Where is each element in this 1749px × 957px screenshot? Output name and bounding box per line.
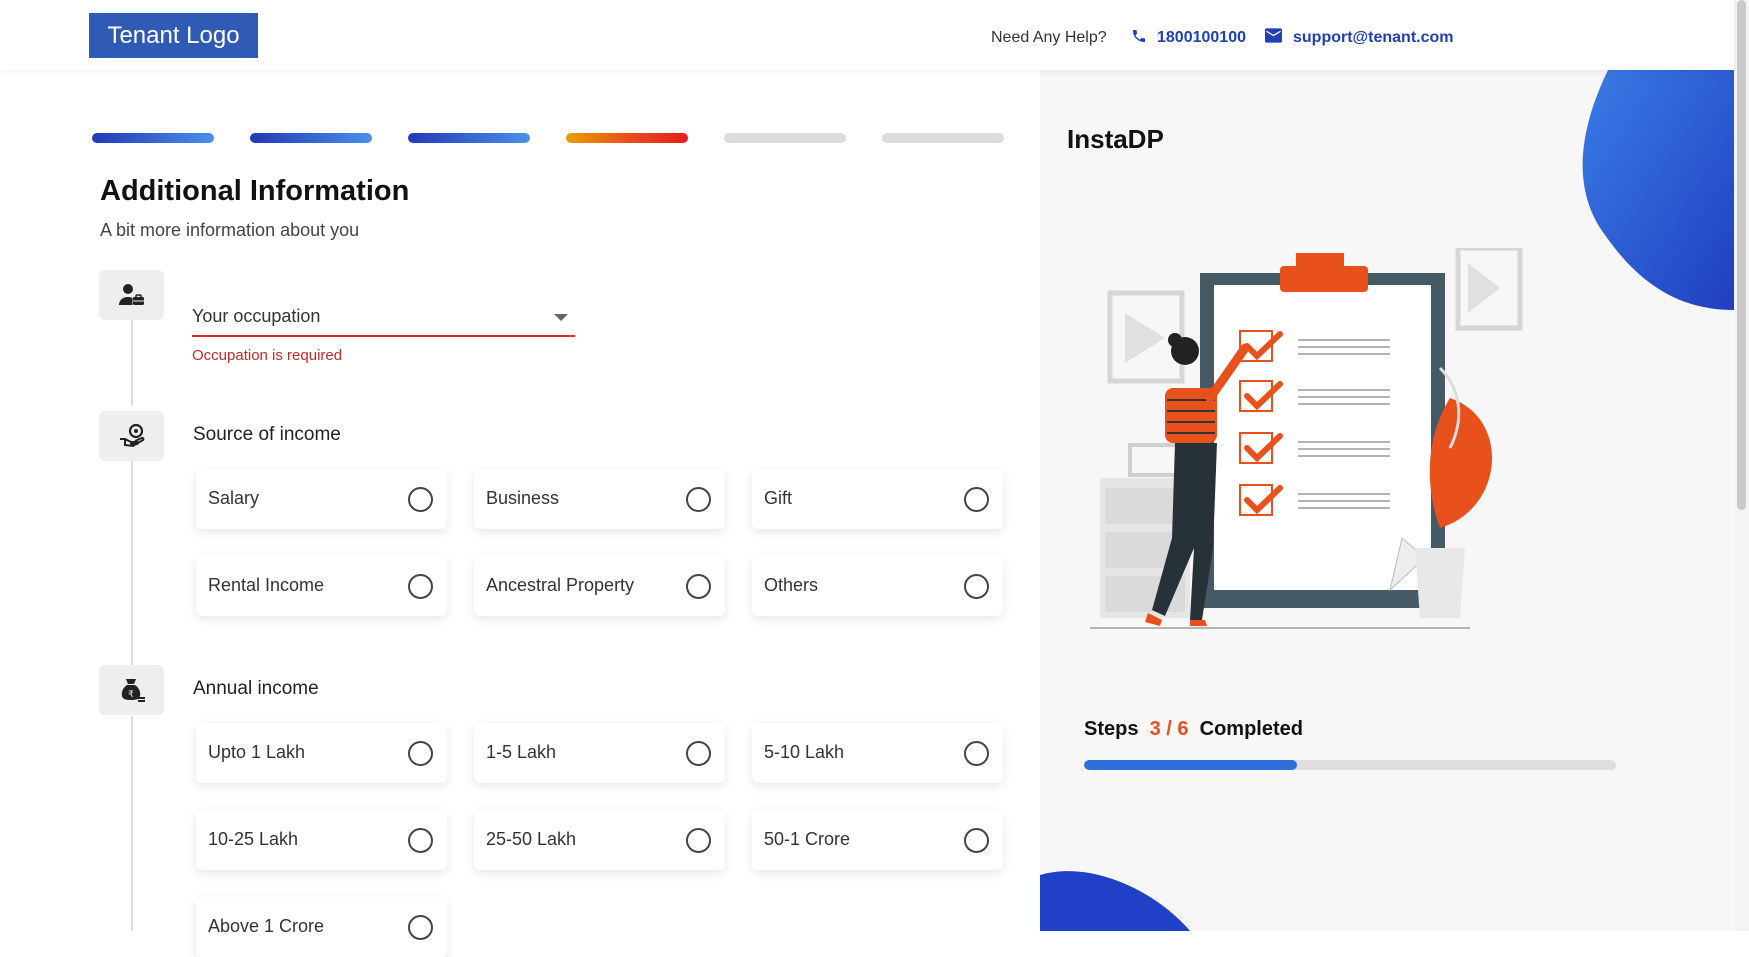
page-subtitle: A bit more information about you xyxy=(100,220,360,240)
page-title: Additional Information xyxy=(100,175,410,207)
occupation-section-icon xyxy=(99,270,164,320)
radio-button[interactable] xyxy=(964,487,989,512)
progress-bar xyxy=(1084,760,1616,770)
checklist-illustration xyxy=(1090,248,1523,629)
phone-icon xyxy=(1133,30,1145,42)
step-bar xyxy=(408,133,530,143)
option-label: 1-5 Lakh xyxy=(486,742,557,762)
option-label: Upto 1 Lakh xyxy=(208,742,306,762)
radio-button[interactable] xyxy=(408,487,433,512)
radio-button[interactable] xyxy=(964,828,989,853)
steps-label: Steps xyxy=(1084,718,1139,740)
scrollbar-thumb[interactable] xyxy=(1737,0,1746,510)
timeline-line xyxy=(131,716,133,931)
radio-button[interactable] xyxy=(964,574,989,599)
progress-side-panel: InstaDP Steps 3 / 6 Completed xyxy=(1040,70,1734,931)
user-briefcase-icon xyxy=(118,284,144,305)
completed-label: Completed xyxy=(1199,718,1303,740)
annual-income-option[interactable]: 5-10 Lakh xyxy=(752,723,1003,783)
option-label: Ancestral Property xyxy=(486,575,635,595)
annual-income-section-icon: ₹ xyxy=(99,665,164,715)
annual-income-option[interactable]: 50-1 Crore xyxy=(752,810,1003,870)
source-of-income-label: Source of income xyxy=(193,424,341,445)
occupation-underline xyxy=(192,335,575,337)
option-label: 25-50 Lakh xyxy=(486,829,577,849)
income-source-section-icon xyxy=(99,411,164,461)
chevron-down-icon[interactable] xyxy=(554,314,568,321)
annual-income-label: Annual income xyxy=(193,678,319,699)
tenant-logo[interactable]: Tenant Logo xyxy=(89,13,258,58)
steps-summary: Steps 3 / 6 Completed xyxy=(1084,718,1303,741)
top-header: Tenant Logo Need Any Help? 1800100100 su… xyxy=(0,0,1734,70)
occupation-error: Occupation is required xyxy=(192,347,343,364)
income-source-option[interactable]: Ancestral Property xyxy=(474,556,725,616)
step-bar xyxy=(92,133,214,143)
step-bar xyxy=(250,133,372,143)
option-label: 10-25 Lakh xyxy=(208,829,299,849)
timeline-line xyxy=(131,320,133,405)
income-source-option[interactable]: Business xyxy=(474,469,725,529)
email-link[interactable]: support@tenant.com xyxy=(1293,29,1454,47)
step-bar xyxy=(724,133,846,143)
radio-button[interactable] xyxy=(686,487,711,512)
radio-button[interactable] xyxy=(408,741,433,766)
option-label: Others xyxy=(764,575,819,595)
app-title: InstaDP xyxy=(1067,124,1164,154)
svg-text:₹: ₹ xyxy=(128,690,134,700)
option-label: Salary xyxy=(208,488,260,508)
radio-button[interactable] xyxy=(964,741,989,766)
income-source-option[interactable]: Others xyxy=(752,556,1003,616)
option-label: Above 1 Crore xyxy=(208,916,325,936)
radio-button[interactable] xyxy=(686,574,711,599)
occupation-select[interactable]: Your occupation xyxy=(192,306,320,327)
radio-button[interactable] xyxy=(686,828,711,853)
step-bar xyxy=(882,133,1004,143)
mail-icon xyxy=(1265,28,1282,43)
step-bar xyxy=(566,133,688,143)
income-source-option[interactable]: Gift xyxy=(752,469,1003,529)
annual-income-option[interactable]: 25-50 Lakh xyxy=(474,810,725,870)
annual-income-option[interactable]: 1-5 Lakh xyxy=(474,723,725,783)
scrollbar-track[interactable] xyxy=(1734,0,1749,931)
income-source-option[interactable]: Rental Income xyxy=(196,556,447,616)
option-label: Rental Income xyxy=(208,575,325,595)
timeline-line xyxy=(131,461,133,666)
income-source-option[interactable]: Salary xyxy=(196,469,447,529)
radio-button[interactable] xyxy=(408,574,433,599)
progress-fill xyxy=(1084,760,1297,770)
money-bag-icon: ₹ xyxy=(121,679,145,702)
radio-button[interactable] xyxy=(408,915,433,940)
hand-coin-icon xyxy=(119,424,144,448)
steps-count: 3 / 6 xyxy=(1149,718,1189,740)
annual-income-option[interactable]: Upto 1 Lakh xyxy=(196,723,447,783)
phone-link[interactable]: 1800100100 xyxy=(1157,29,1246,47)
radio-button[interactable] xyxy=(686,741,711,766)
option-label: Gift xyxy=(764,488,793,508)
option-label: 5-10 Lakh xyxy=(764,742,845,762)
annual-income-option[interactable]: Above 1 Crore xyxy=(196,897,447,957)
annual-income-option[interactable]: 10-25 Lakh xyxy=(196,810,447,870)
option-label: 50-1 Crore xyxy=(764,829,851,849)
help-text: Need Any Help? xyxy=(991,29,1107,46)
option-label: Business xyxy=(486,488,560,508)
radio-button[interactable] xyxy=(408,828,433,853)
